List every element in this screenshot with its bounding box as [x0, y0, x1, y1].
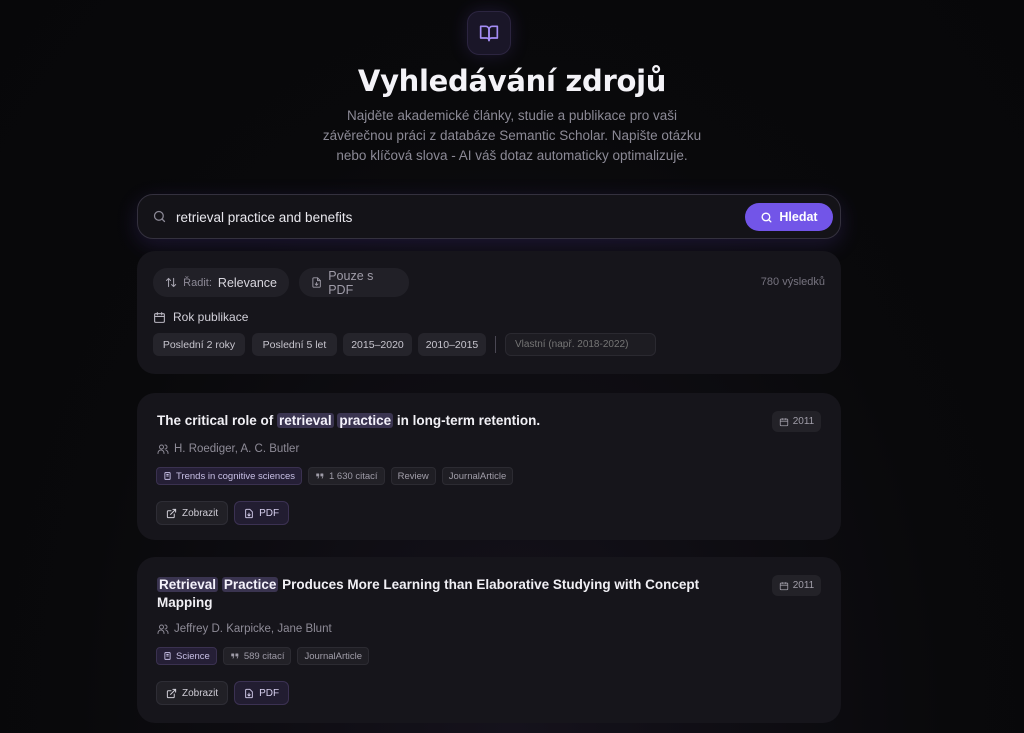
pdf-button[interactable]: PDF — [234, 681, 290, 705]
year-chip-last-5[interactable]: Poslední 5 let — [252, 333, 337, 356]
result-card: Retrieval Practice Produces More Learnin… — [137, 557, 841, 723]
type-tag: JournalArticle — [441, 467, 514, 485]
page-subtitle: Najděte akademické články, studie a publ… — [290, 106, 734, 166]
title-text: Produces More Learning than Elaborative … — [278, 577, 700, 592]
results-count: 780 výsledků — [760, 276, 825, 288]
search-button-label: Hledat — [779, 210, 818, 224]
journal-icon — [164, 652, 171, 660]
year-chip-2010-2015[interactable]: 2010–2015 — [418, 333, 486, 356]
external-link-icon — [166, 688, 177, 698]
sort-arrows-icon — [166, 277, 177, 288]
subtitle-line: nebo klíčová slova - AI váš dotaz automa… — [336, 148, 688, 163]
citations-count: 589 citací — [243, 650, 285, 662]
result-card: The critical role of retrieval practice … — [137, 393, 841, 540]
year-badge: 2011 — [772, 575, 821, 596]
book-open-icon — [467, 11, 511, 55]
search-icon — [152, 209, 167, 229]
calendar-icon — [154, 311, 165, 323]
quote-icon — [231, 653, 239, 659]
pdf-button-label: PDF — [259, 507, 280, 519]
authors: H. Roediger, A. C. Butler — [157, 443, 299, 455]
quote-icon — [316, 473, 324, 479]
pdf-button[interactable]: PDF — [234, 501, 290, 525]
highlighted-term: retrieval — [277, 413, 334, 428]
external-link-icon — [166, 508, 177, 518]
view-button-label: Zobrazit — [182, 507, 219, 519]
view-button[interactable]: Zobrazit — [156, 681, 229, 705]
search-bar: Hledat — [137, 194, 841, 239]
search-page: Vyhledávání zdrojů Najděte akademické čl… — [0, 0, 1024, 733]
users-icon — [157, 444, 169, 454]
year-value: 2011 — [792, 416, 815, 427]
tag-list: Trends in cognitive sciences 1 630 citac… — [156, 467, 514, 485]
year-filter-heading: Rok publikace — [153, 310, 248, 324]
page-title: Vyhledávání zdrojů — [357, 64, 667, 98]
highlighted-term: practice — [337, 413, 394, 428]
journal-name: Trends in cognitive sciences — [176, 470, 295, 482]
calendar-icon — [779, 581, 788, 590]
sort-value: Relevance — [217, 275, 277, 290]
result-title[interactable]: Retrieval Practice Produces More Learnin… — [157, 576, 757, 612]
view-button-label: Zobrazit — [182, 687, 219, 699]
citations-tag: 1 630 citací — [307, 467, 385, 485]
title-text: The critical role of — [157, 413, 278, 428]
custom-year-input[interactable] — [505, 333, 656, 356]
authors: Jeffrey D. Karpicke, Jane Blunt — [157, 623, 332, 635]
title-line: Mapping — [157, 595, 213, 610]
sort-label: Řadit: — [183, 276, 212, 289]
year-badge: 2011 — [772, 411, 821, 432]
citations-count: 1 630 citací — [328, 470, 378, 482]
title-line: Retrieval Practice Produces More Learnin… — [157, 576, 757, 594]
year-chip-2015-2020[interactable]: 2015–2020 — [343, 333, 412, 356]
calendar-icon — [779, 417, 788, 426]
subtitle-line: závěrečnou práci z databáze Semantic Sch… — [322, 128, 702, 143]
citations-tag: 589 citací — [222, 647, 292, 665]
result-actions: Zobrazit PDF — [156, 681, 290, 705]
file-download-icon — [245, 508, 253, 518]
journal-tag: Trends in cognitive sciences — [156, 467, 302, 485]
pdf-button-label: PDF — [259, 687, 280, 699]
highlighted-term: Retrieval — [157, 577, 219, 592]
authors-text: H. Roediger, A. C. Butler — [174, 443, 300, 455]
file-download-icon — [245, 688, 253, 698]
year-chip-last-2[interactable]: Poslední 2 roky — [153, 333, 245, 356]
highlighted-term: Practice — [221, 577, 279, 592]
sort-select[interactable]: Řadit: Relevance — [153, 268, 289, 297]
title-text: in long-term retention. — [393, 413, 541, 428]
file-pdf-icon — [312, 277, 321, 288]
subtitle-line: Najděte akademické články, studie a publ… — [347, 108, 677, 123]
tag-list: Science 589 citací JournalArticle — [156, 647, 370, 665]
journal-name: Science — [176, 650, 210, 662]
authors-text: Jeffrey D. Karpicke, Jane Blunt — [174, 623, 332, 635]
type-tag: JournalArticle — [297, 647, 370, 665]
journal-icon — [164, 472, 171, 480]
pdf-only-label: Pouze s PDF — [328, 268, 374, 297]
filters-panel: Řadit: Relevance Pouze s PDF 780 výsledk… — [137, 251, 841, 374]
result-title[interactable]: The critical role of retrieval practice … — [157, 412, 757, 430]
divider — [495, 336, 496, 353]
search-button[interactable]: Hledat — [745, 203, 833, 231]
type-tag: Review — [390, 467, 436, 485]
year-value: 2011 — [792, 580, 815, 591]
year-filter-label: Rok publikace — [173, 310, 249, 324]
journal-tag: Science — [156, 647, 217, 665]
users-icon — [157, 624, 169, 634]
search-icon — [761, 211, 772, 223]
search-input[interactable] — [176, 205, 736, 229]
view-button[interactable]: Zobrazit — [156, 501, 229, 525]
result-actions: Zobrazit PDF — [156, 501, 290, 525]
pdf-only-toggle[interactable]: Pouze s PDF — [299, 268, 409, 297]
